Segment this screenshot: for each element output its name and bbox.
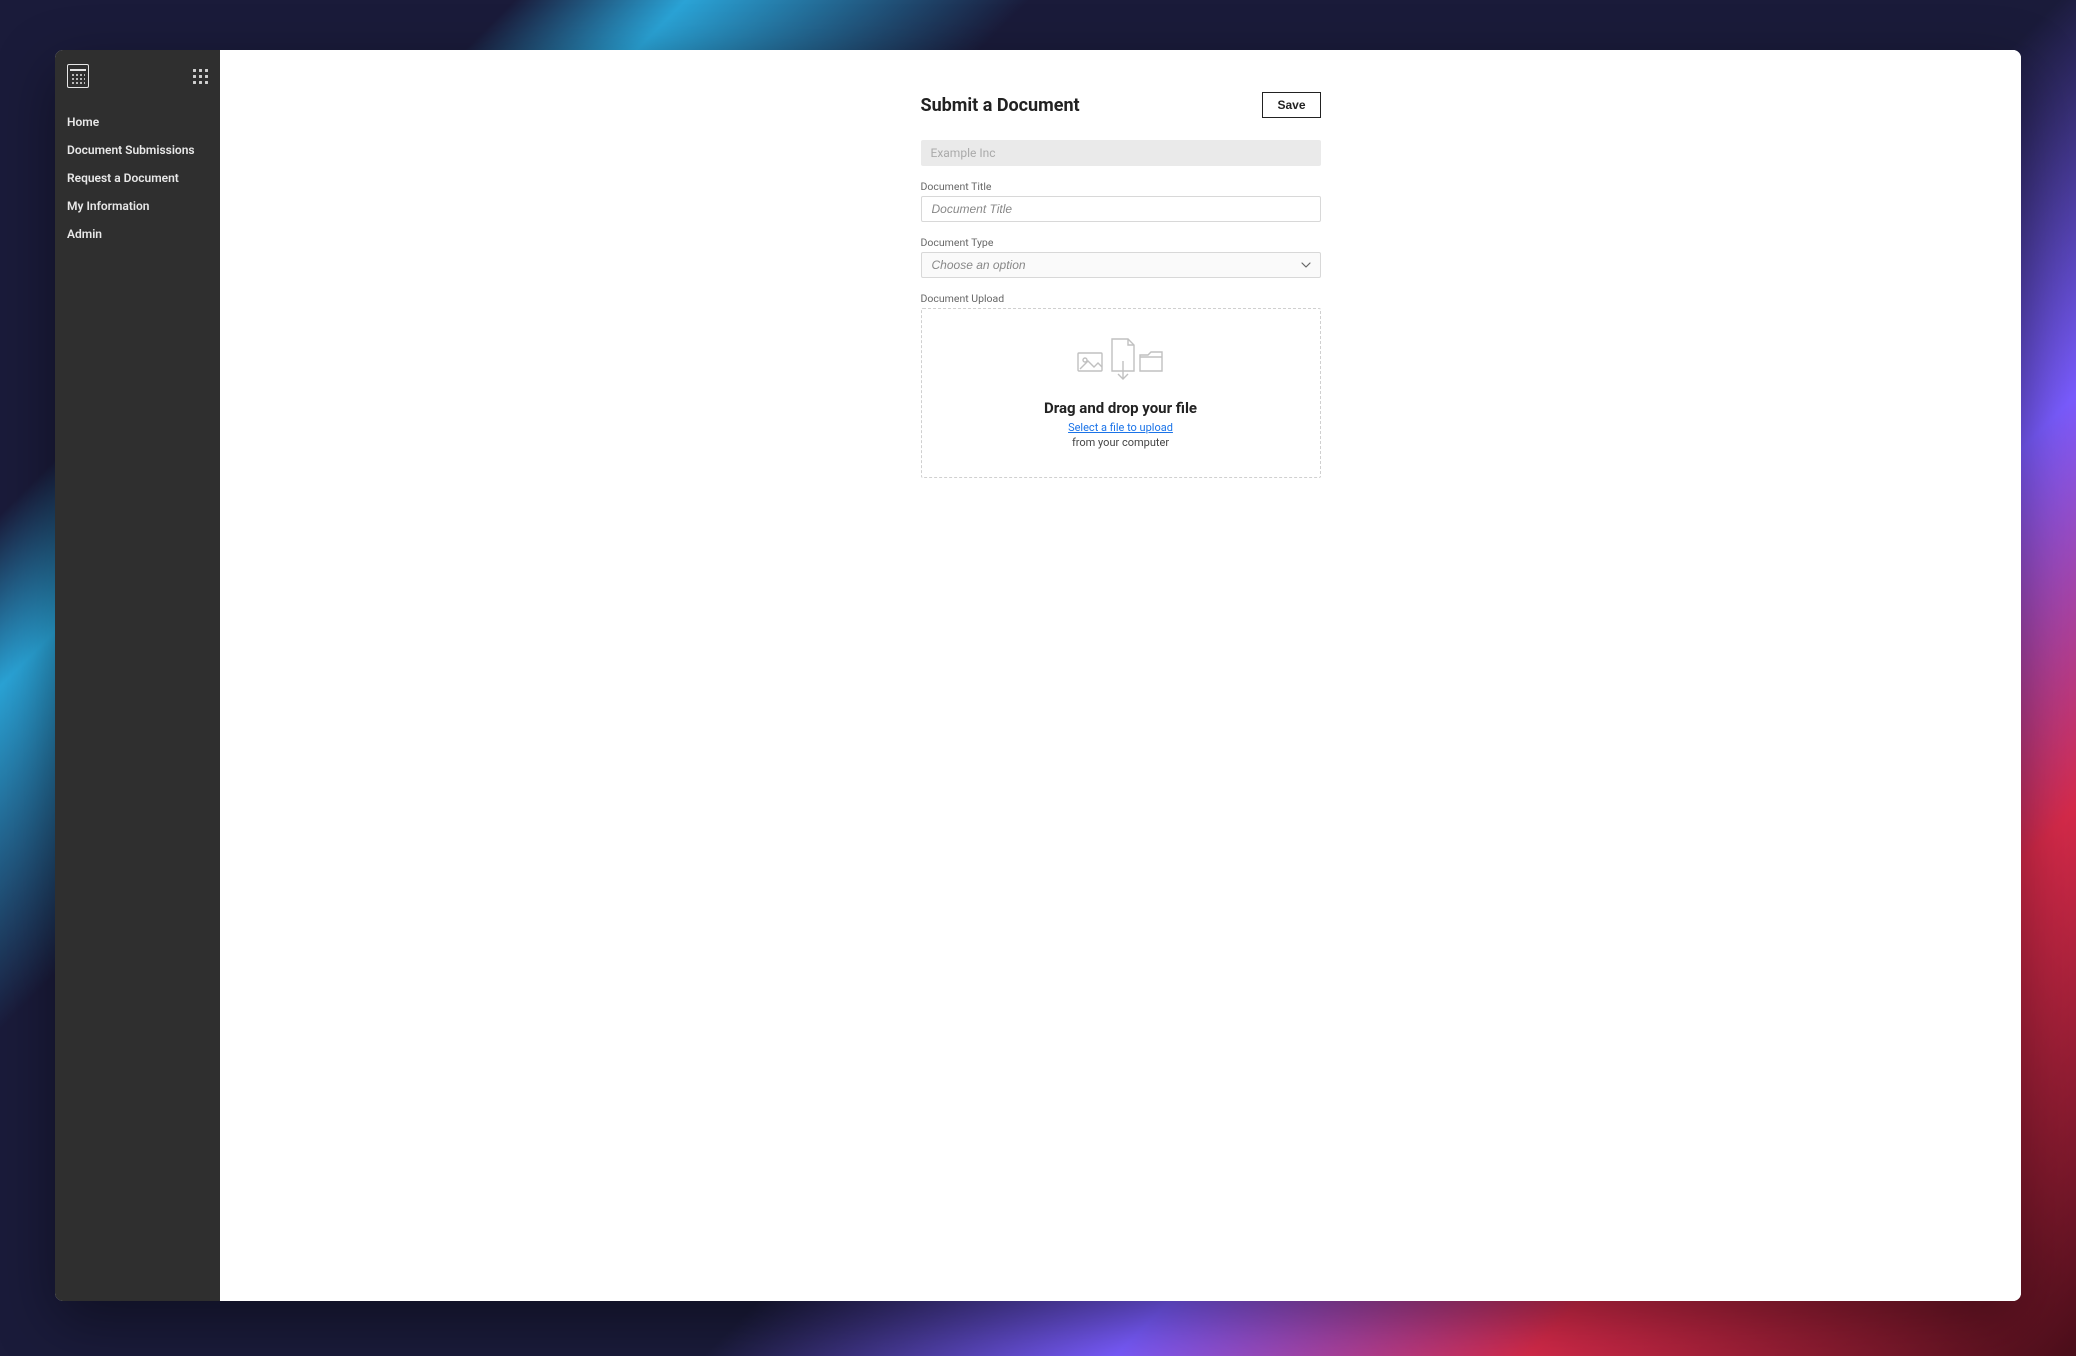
document-type-field: Document Type Choose an option <box>921 236 1321 278</box>
upload-select-link[interactable]: Select a file to upload <box>932 421 1310 434</box>
sidebar-item-home[interactable]: Home <box>55 108 220 136</box>
sidebar-item-label: Admin <box>67 227 102 241</box>
upload-illustration-icon <box>932 335 1310 381</box>
sidebar-item-label: My Information <box>67 199 149 213</box>
sidebar-item-label: Request a Document <box>67 171 179 185</box>
apps-grid-icon[interactable] <box>193 69 208 84</box>
upload-dropzone[interactable]: Drag and drop your file Select a file to… <box>921 308 1321 478</box>
form: Submit a Document Save Example Inc Docum… <box>921 92 1321 1301</box>
org-readonly-field: Example Inc <box>921 140 1321 166</box>
sidebar-item-document-submissions[interactable]: Document Submissions <box>55 136 220 164</box>
upload-drag-text: Drag and drop your file <box>932 399 1310 417</box>
document-upload-field: Document Upload <box>921 292 1321 478</box>
sidebar-item-admin[interactable]: Admin <box>55 220 220 248</box>
page-header: Submit a Document Save <box>921 92 1321 118</box>
save-button[interactable]: Save <box>1262 92 1320 118</box>
document-title-input[interactable] <box>921 196 1321 222</box>
sidebar-nav: Home Document Submissions Request a Docu… <box>55 108 220 248</box>
page-title: Submit a Document <box>921 95 1080 116</box>
org-readonly-value: Example Inc <box>921 140 1321 166</box>
document-upload-label: Document Upload <box>921 292 1321 305</box>
app-logo-icon <box>67 64 89 88</box>
sidebar-item-label: Document Submissions <box>67 143 195 157</box>
app-window: Home Document Submissions Request a Docu… <box>55 50 2021 1301</box>
sidebar-item-request-document[interactable]: Request a Document <box>55 164 220 192</box>
document-type-select[interactable]: Choose an option <box>921 252 1321 278</box>
main-content: Submit a Document Save Example Inc Docum… <box>220 50 2021 1301</box>
upload-sub-text: from your computer <box>932 436 1310 449</box>
sidebar-item-label: Home <box>67 115 99 129</box>
document-title-label: Document Title <box>921 180 1321 193</box>
sidebar-top <box>55 60 220 100</box>
sidebar-item-my-information[interactable]: My Information <box>55 192 220 220</box>
sidebar: Home Document Submissions Request a Docu… <box>55 50 220 1301</box>
document-type-label: Document Type <box>921 236 1321 249</box>
document-title-field: Document Title <box>921 180 1321 222</box>
